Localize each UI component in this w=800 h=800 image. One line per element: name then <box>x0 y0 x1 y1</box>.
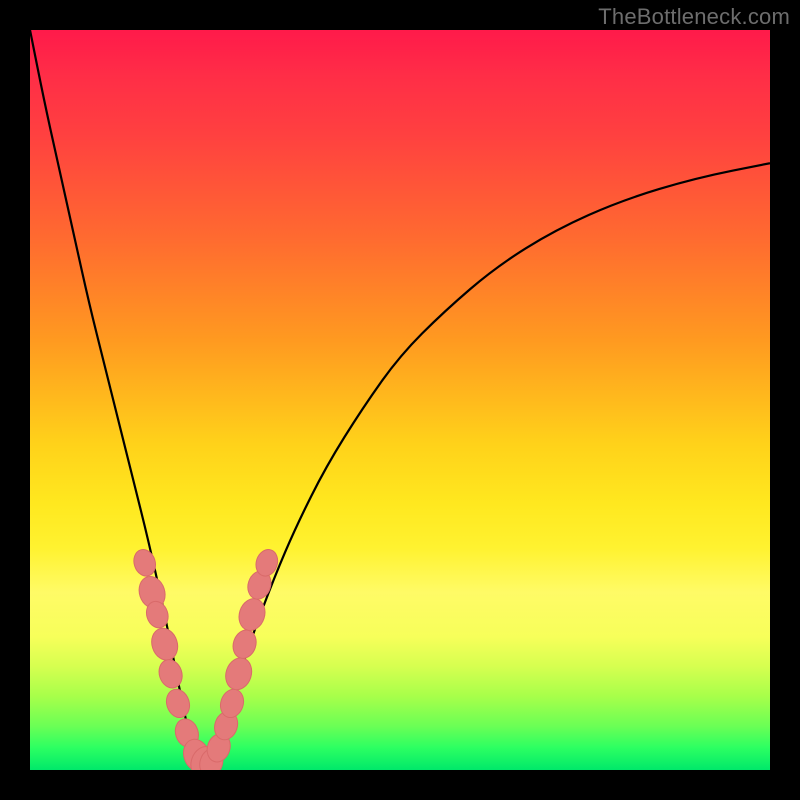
data-markers <box>131 547 281 770</box>
data-marker <box>131 547 159 579</box>
bottleneck-curve <box>30 30 770 763</box>
data-marker <box>222 654 256 693</box>
data-marker <box>148 625 182 664</box>
data-marker <box>163 686 193 720</box>
data-marker <box>155 657 185 691</box>
watermark-text: TheBottleneck.com <box>598 4 790 30</box>
plot-area <box>30 30 770 770</box>
chart-svg <box>30 30 770 770</box>
chart-frame: TheBottleneck.com <box>0 0 800 800</box>
data-marker <box>235 595 269 634</box>
data-marker <box>229 627 259 661</box>
